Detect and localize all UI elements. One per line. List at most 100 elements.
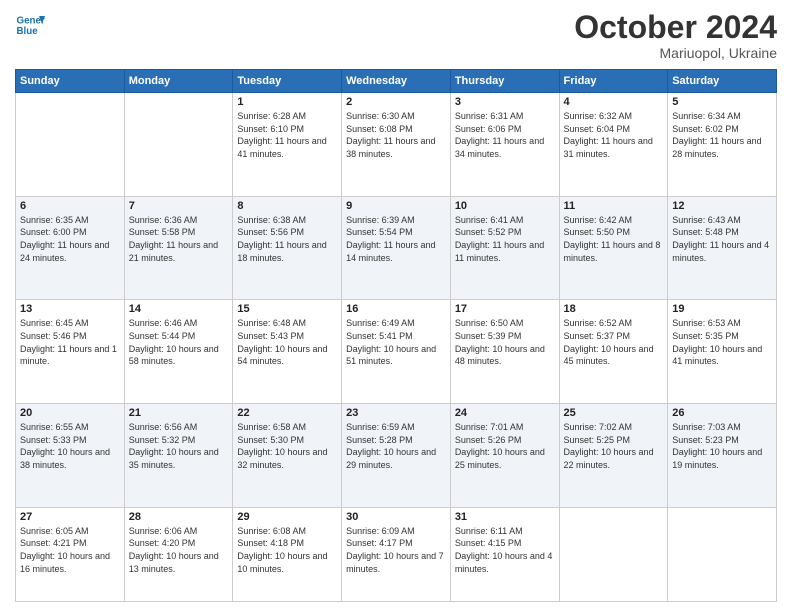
day-info: Sunrise: 6:09 AMSunset: 4:17 PMDaylight:… [346, 525, 446, 575]
calendar-cell: 7 Sunrise: 6:36 AMSunset: 5:58 PMDaylight… [124, 196, 233, 300]
weekday-header-monday: Monday [124, 70, 233, 93]
calendar-title: October 2024 [574, 10, 777, 45]
day-info: Sunrise: 6:52 AMSunset: 5:37 PMDaylight:… [564, 317, 664, 367]
calendar-cell: 9 Sunrise: 6:39 AMSunset: 5:54 PMDaylight… [342, 196, 451, 300]
calendar-week-row: 1 Sunrise: 6:28 AMSunset: 6:10 PMDaylight… [16, 93, 777, 197]
day-info: Sunrise: 6:35 AMSunset: 6:00 PMDaylight:… [20, 214, 120, 264]
calendar-cell: 22 Sunrise: 6:58 AMSunset: 5:30 PMDayligh… [233, 404, 342, 508]
header: General Blue October 2024 Mariuopol, Ukr… [15, 10, 777, 61]
calendar-week-row: 27Sunrise: 6:05 AMSunset: 4:21 PMDayligh… [16, 507, 777, 601]
calendar-cell: 31 Sunrise: 6:11 AMSunset: 4:15 PMDayligh… [450, 507, 559, 601]
calendar-cell: 1 Sunrise: 6:28 AMSunset: 6:10 PMDaylight… [233, 93, 342, 197]
day-info: Sunrise: 6:58 AMSunset: 5:30 PMDaylight:… [237, 421, 337, 471]
day-number: 17 [455, 303, 555, 315]
logo-icon: General Blue [15, 10, 45, 40]
calendar-cell: 24 Sunrise: 7:01 AMSunset: 5:26 PMDayligh… [450, 404, 559, 508]
calendar-cell: 23 Sunrise: 6:59 AMSunset: 5:28 PMDayligh… [342, 404, 451, 508]
calendar-cell: 25Sunrise: 7:02 AMSunset: 5:25 PMDayligh… [559, 404, 668, 508]
calendar-cell [559, 507, 668, 601]
calendar-cell: 15 Sunrise: 6:48 AMSunset: 5:43 PMDayligh… [233, 300, 342, 404]
day-number: 30 [346, 511, 446, 523]
calendar-week-row: 20 Sunrise: 6:55 AMSunset: 5:33 PMDayligh… [16, 404, 777, 508]
day-number: 21 [129, 407, 229, 419]
day-info: Sunrise: 6:05 AMSunset: 4:21 PMDaylight:… [20, 525, 120, 575]
calendar-cell: 6 Sunrise: 6:35 AMSunset: 6:00 PMDaylight… [16, 196, 125, 300]
day-info: Sunrise: 7:03 AMSunset: 5:23 PMDaylight:… [672, 421, 772, 471]
weekday-header-sunday: Sunday [16, 70, 125, 93]
calendar-week-row: 6 Sunrise: 6:35 AMSunset: 6:00 PMDaylight… [16, 196, 777, 300]
weekday-header-thursday: Thursday [450, 70, 559, 93]
day-number: 1 [237, 96, 337, 108]
day-info: Sunrise: 6:59 AMSunset: 5:28 PMDaylight:… [346, 421, 446, 471]
title-block: October 2024 Mariuopol, Ukraine [574, 10, 777, 61]
day-number: 26 [672, 407, 772, 419]
day-info: Sunrise: 6:50 AMSunset: 5:39 PMDaylight:… [455, 317, 555, 367]
day-number: 7 [129, 200, 229, 212]
calendar-table: SundayMondayTuesdayWednesdayThursdayFrid… [15, 69, 777, 602]
weekday-header-wednesday: Wednesday [342, 70, 451, 93]
day-info: Sunrise: 6:30 AMSunset: 6:08 PMDaylight:… [346, 110, 446, 160]
day-number: 22 [237, 407, 337, 419]
day-number: 12 [672, 200, 772, 212]
calendar-cell: 17 Sunrise: 6:50 AMSunset: 5:39 PMDayligh… [450, 300, 559, 404]
weekday-header-friday: Friday [559, 70, 668, 93]
weekday-header-row: SundayMondayTuesdayWednesdayThursdayFrid… [16, 70, 777, 93]
day-info: Sunrise: 6:28 AMSunset: 6:10 PMDaylight:… [237, 110, 337, 160]
day-number: 29 [237, 511, 337, 523]
day-number: 14 [129, 303, 229, 315]
calendar-cell: 27Sunrise: 6:05 AMSunset: 4:21 PMDayligh… [16, 507, 125, 601]
day-info: Sunrise: 6:34 AMSunset: 6:02 PMDaylight:… [672, 110, 772, 160]
day-info: Sunrise: 6:38 AMSunset: 5:56 PMDaylight:… [237, 214, 337, 264]
day-info: Sunrise: 6:56 AMSunset: 5:32 PMDaylight:… [129, 421, 229, 471]
calendar-cell: 16Sunrise: 6:49 AMSunset: 5:41 PMDayligh… [342, 300, 451, 404]
calendar-cell: 20 Sunrise: 6:55 AMSunset: 5:33 PMDayligh… [16, 404, 125, 508]
calendar-cell: 3Sunrise: 6:31 AMSunset: 6:06 PMDaylight… [450, 93, 559, 197]
calendar-cell [668, 507, 777, 601]
page: General Blue October 2024 Mariuopol, Ukr… [0, 0, 792, 612]
day-info: Sunrise: 6:43 AMSunset: 5:48 PMDaylight:… [672, 214, 772, 264]
calendar-week-row: 13Sunrise: 6:45 AMSunset: 5:46 PMDayligh… [16, 300, 777, 404]
day-number: 2 [346, 96, 446, 108]
day-number: 28 [129, 511, 229, 523]
calendar-location: Mariuopol, Ukraine [574, 45, 777, 61]
day-info: Sunrise: 7:01 AMSunset: 5:26 PMDaylight:… [455, 421, 555, 471]
day-number: 9 [346, 200, 446, 212]
calendar-cell: 28Sunrise: 6:06 AMSunset: 4:20 PMDayligh… [124, 507, 233, 601]
day-number: 10 [455, 200, 555, 212]
day-info: Sunrise: 6:48 AMSunset: 5:43 PMDaylight:… [237, 317, 337, 367]
calendar-cell: 29 Sunrise: 6:08 AMSunset: 4:18 PMDayligh… [233, 507, 342, 601]
calendar-cell [16, 93, 125, 197]
day-info: Sunrise: 6:45 AMSunset: 5:46 PMDaylight:… [20, 317, 120, 367]
day-number: 18 [564, 303, 664, 315]
day-number: 20 [20, 407, 120, 419]
day-number: 6 [20, 200, 120, 212]
day-number: 19 [672, 303, 772, 315]
day-number: 8 [237, 200, 337, 212]
day-info: Sunrise: 6:08 AMSunset: 4:18 PMDaylight:… [237, 525, 337, 575]
calendar-cell: 19Sunrise: 6:53 AMSunset: 5:35 PMDayligh… [668, 300, 777, 404]
day-info: Sunrise: 7:02 AMSunset: 5:25 PMDaylight:… [564, 421, 664, 471]
day-info: Sunrise: 6:42 AMSunset: 5:50 PMDaylight:… [564, 214, 664, 264]
day-info: Sunrise: 6:55 AMSunset: 5:33 PMDaylight:… [20, 421, 120, 471]
day-number: 15 [237, 303, 337, 315]
svg-text:Blue: Blue [17, 26, 39, 37]
day-number: 16 [346, 303, 446, 315]
calendar-cell: 2 Sunrise: 6:30 AMSunset: 6:08 PMDaylight… [342, 93, 451, 197]
day-info: Sunrise: 6:39 AMSunset: 5:54 PMDaylight:… [346, 214, 446, 264]
day-number: 24 [455, 407, 555, 419]
calendar-cell: 12 Sunrise: 6:43 AMSunset: 5:48 PMDayligh… [668, 196, 777, 300]
day-number: 23 [346, 407, 446, 419]
calendar-cell: 5Sunrise: 6:34 AMSunset: 6:02 PMDaylight… [668, 93, 777, 197]
day-info: Sunrise: 6:41 AMSunset: 5:52 PMDaylight:… [455, 214, 555, 264]
day-info: Sunrise: 6:11 AMSunset: 4:15 PMDaylight:… [455, 525, 555, 575]
calendar-cell: 30 Sunrise: 6:09 AMSunset: 4:17 PMDayligh… [342, 507, 451, 601]
calendar-cell: 11 Sunrise: 6:42 AMSunset: 5:50 PMDayligh… [559, 196, 668, 300]
calendar-cell: 10 Sunrise: 6:41 AMSunset: 5:52 PMDayligh… [450, 196, 559, 300]
day-info: Sunrise: 6:32 AMSunset: 6:04 PMDaylight:… [564, 110, 664, 160]
calendar-cell: 21 Sunrise: 6:56 AMSunset: 5:32 PMDayligh… [124, 404, 233, 508]
day-info: Sunrise: 6:36 AMSunset: 5:58 PMDaylight:… [129, 214, 229, 264]
day-number: 11 [564, 200, 664, 212]
day-number: 31 [455, 511, 555, 523]
calendar-cell [124, 93, 233, 197]
calendar-cell: 4Sunrise: 6:32 AMSunset: 6:04 PMDaylight… [559, 93, 668, 197]
